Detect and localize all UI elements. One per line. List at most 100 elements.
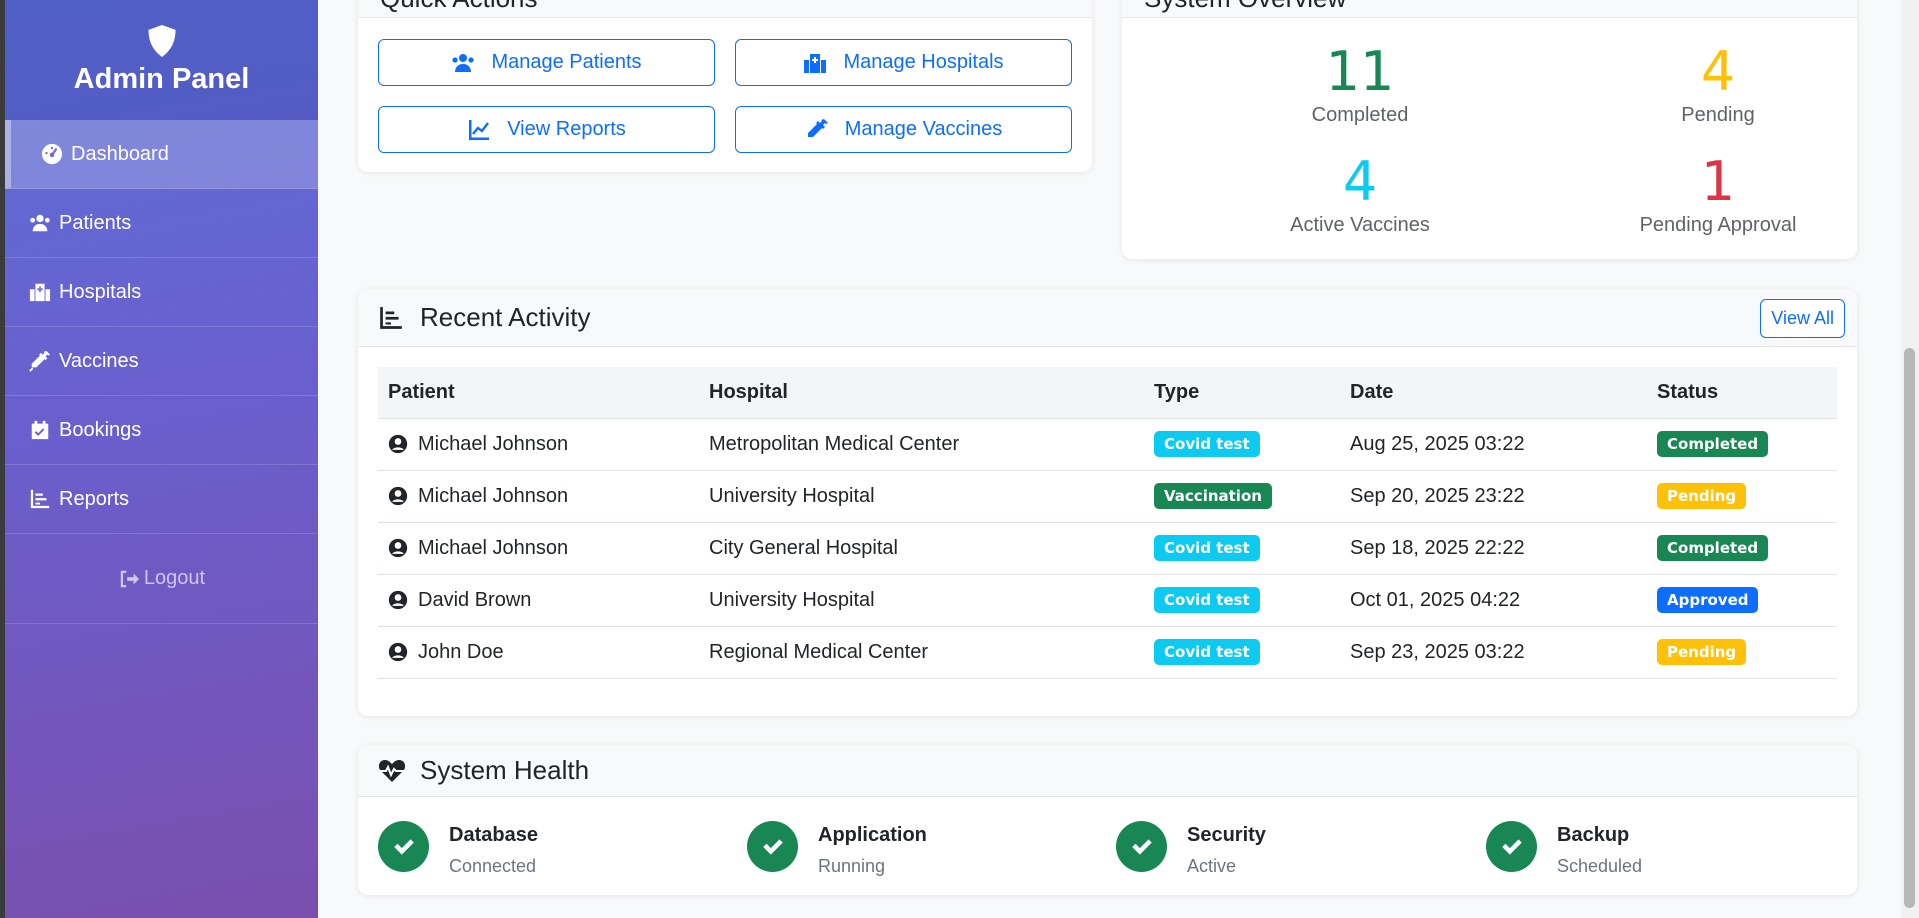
stat-pending-approval: 1 Pending Approval: [1568, 154, 1857, 237]
scrollbar-thumb[interactable]: [1904, 348, 1915, 908]
system-health-header: System Health: [358, 745, 1857, 797]
type-badge: Vaccination: [1154, 483, 1272, 509]
sidebar-brand: Admin Panel: [5, 0, 318, 120]
cell-hospital: City General Hospital: [699, 522, 1144, 575]
type-badge: Covid test: [1154, 535, 1260, 561]
manage-hospitals-button[interactable]: Manage Hospitals: [735, 39, 1072, 86]
stat-value: 11: [1325, 40, 1395, 103]
logout-button[interactable]: Logout: [5, 534, 318, 624]
system-overview-title: System Overview: [1144, 0, 1346, 14]
system-overview-card: System Overview 11 Completed 4 Pending 4…: [1122, 0, 1857, 259]
view-reports-button[interactable]: View Reports: [378, 106, 715, 153]
quick-actions-title: Quick Actions: [380, 0, 538, 14]
sidebar-item-reports[interactable]: Reports: [5, 465, 318, 534]
status-badge: Pending: [1657, 483, 1747, 509]
column-header: Patient: [378, 367, 699, 419]
table-row: David Brown University Hospital Covid test…: [378, 574, 1837, 627]
stat-value: 1: [1700, 150, 1736, 213]
users-icon: [30, 214, 50, 232]
syringe-icon: [29, 350, 51, 372]
health-item-database: Database Connected: [378, 821, 538, 877]
system-health-card: System Health Database Connected Applicat…: [358, 745, 1857, 895]
recent-activity-card: Recent Activity View All Patient Hospita…: [358, 289, 1857, 716]
user-circle-icon: [388, 486, 408, 506]
type-badge: Covid test: [1154, 431, 1260, 457]
sidebar-item-label: Patients: [59, 211, 132, 234]
sidebar-item-label: Hospitals: [59, 280, 142, 303]
system-overview-header: System Overview: [1122, 0, 1857, 18]
stat-label: Pending Approval: [1639, 214, 1797, 236]
stat-value: 4: [1342, 150, 1378, 213]
button-label: View Reports: [507, 118, 626, 140]
button-label: Manage Vaccines: [844, 118, 1003, 140]
cell-date: Sep 23, 2025 03:22: [1340, 626, 1647, 679]
user-circle-icon: [388, 642, 408, 662]
quick-actions-card: Quick Actions Manage Patients Manage Hos…: [358, 0, 1092, 172]
heartbeat-icon: [378, 759, 406, 782]
health-name: Backup: [1557, 824, 1630, 846]
health-name: Security: [1187, 824, 1266, 846]
health-status: Active: [1187, 856, 1237, 876]
sidebar-item-vaccines[interactable]: Vaccines: [5, 327, 318, 396]
column-header: Status: [1647, 367, 1837, 419]
stat-pending: 4 Pending: [1568, 44, 1857, 127]
sign-out-icon: [120, 570, 139, 587]
shield-icon: [147, 24, 176, 57]
quick-actions-header: Quick Actions: [358, 0, 1092, 18]
calendar-check-icon: [31, 420, 49, 440]
sidebar-item-patients[interactable]: Patients: [5, 189, 318, 258]
cell-type: Covid test: [1144, 522, 1340, 575]
syringe-icon: [807, 118, 828, 137]
status-badge: Approved: [1657, 587, 1759, 613]
cell-status: Pending: [1647, 470, 1837, 523]
hospital-icon: [804, 53, 827, 73]
stat-active-vaccines: 4 Active Vaccines: [1210, 154, 1510, 237]
scrollbar[interactable]: [1901, 0, 1919, 918]
column-header: Date: [1340, 367, 1647, 419]
type-badge: Covid test: [1154, 587, 1260, 613]
activity-table: Patient Hospital Type Date Status Michae…: [378, 367, 1837, 679]
cell-type: Vaccination: [1144, 470, 1340, 523]
cell-status: Approved: [1647, 574, 1837, 627]
health-item-application: Application Running: [747, 821, 927, 877]
cell-status: Completed: [1647, 418, 1837, 471]
manage-vaccines-button[interactable]: Manage Vaccines: [735, 106, 1072, 153]
cell-date: Sep 20, 2025 23:22: [1340, 470, 1647, 523]
check-circle-icon: [1486, 821, 1537, 872]
patient-name: David Brown: [418, 588, 532, 611]
stat-label: Completed: [1311, 104, 1409, 126]
sidebar-item-label: Vaccines: [59, 349, 139, 372]
recent-activity-header: Recent Activity View All: [358, 289, 1857, 347]
button-label: Manage Hospitals: [843, 51, 1004, 73]
cell-date: Sep 18, 2025 22:22: [1340, 522, 1647, 575]
cell-patient: Michael Johnson: [378, 470, 699, 523]
sidebar-item-label: Reports: [59, 487, 130, 510]
patient-name: Michael Johnson: [418, 432, 569, 455]
table-row: Michael Johnson City General Hospital Covi…: [378, 522, 1837, 575]
button-label: Manage Patients: [491, 51, 642, 73]
status-badge: Completed: [1657, 431, 1769, 457]
status-badge: Completed: [1657, 535, 1769, 561]
sidebar-item-dashboard[interactable]: Dashboard: [5, 120, 318, 189]
cell-type: Covid test: [1144, 574, 1340, 627]
user-circle-icon: [388, 590, 408, 610]
cell-status: Completed: [1647, 522, 1837, 575]
cell-hospital: University Hospital: [699, 470, 1144, 523]
tachometer-icon: [41, 143, 63, 165]
user-circle-icon: [388, 538, 408, 558]
cell-date: Aug 25, 2025 03:22: [1340, 418, 1647, 471]
sidebar-item-bookings[interactable]: Bookings: [5, 396, 318, 465]
view-all-button[interactable]: View All: [1760, 299, 1845, 338]
chart-line-icon: [469, 119, 490, 140]
sidebar-item-hospitals[interactable]: Hospitals: [5, 258, 318, 327]
patient-name: John Doe: [418, 640, 504, 663]
cell-hospital: University Hospital: [699, 574, 1144, 627]
health-status: Running: [818, 856, 886, 876]
table-row: Michael Johnson University Hospital Vaccin…: [378, 470, 1837, 523]
cell-patient: Michael Johnson: [378, 522, 699, 575]
brand-title: Admin Panel: [73, 62, 250, 95]
health-item-backup: Backup Scheduled: [1486, 821, 1642, 877]
stat-label: Active Vaccines: [1290, 214, 1430, 236]
manage-patients-button[interactable]: Manage Patients: [378, 39, 715, 86]
check-circle-icon: [378, 821, 429, 872]
